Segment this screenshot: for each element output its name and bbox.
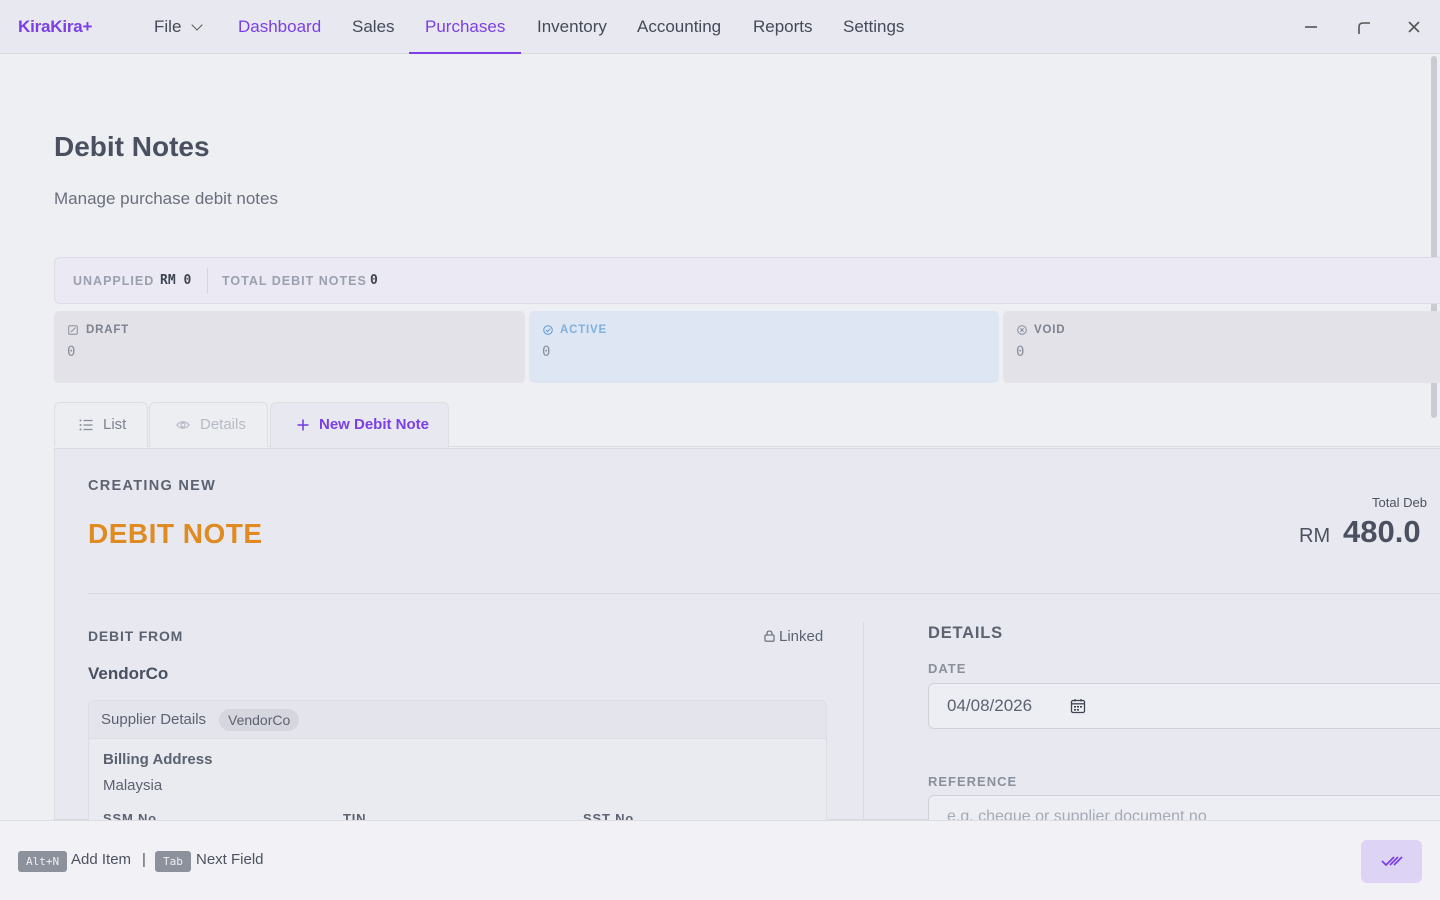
hint-separator: |	[142, 851, 146, 868]
x-circle-icon	[1017, 325, 1027, 335]
creating-new-label: CREATING NEW	[88, 478, 217, 494]
minimize-button[interactable]	[1298, 14, 1324, 40]
plus-icon	[297, 419, 309, 431]
supplier-details-box: Supplier Details VendorCo Billing Addres…	[88, 700, 827, 830]
billing-address-value: Malaysia	[103, 777, 163, 794]
eye-icon	[176, 421, 190, 429]
menu-accounting[interactable]: Accounting	[637, 0, 721, 54]
linked-label: Linked	[779, 628, 824, 645]
confirm-button[interactable]	[1361, 840, 1422, 883]
date-value: 04/08/2026	[947, 696, 1033, 715]
maximize-button[interactable]	[1351, 14, 1377, 40]
billing-address-label: Billing Address	[103, 751, 213, 768]
tab-new-label: New Debit Note	[319, 416, 430, 433]
supplier-details-title: Supplier Details	[101, 711, 207, 728]
tab-details-label: Details	[200, 416, 246, 433]
total-amount: 480.0	[1343, 514, 1421, 549]
shortcut-footer: Alt+N Add Item | Tab Next Field	[0, 820, 1440, 900]
reference-label: REFERENCE	[928, 774, 1018, 789]
list-icon	[79, 419, 93, 431]
supplier-chip: VendorCo	[219, 709, 300, 731]
vendor-name: VendorCo	[88, 664, 169, 683]
supplier-details-header[interactable]: Supplier Details VendorCo	[89, 701, 826, 739]
unapplied-value: RM 0	[160, 273, 192, 288]
close-icon	[1408, 21, 1420, 33]
menu-inventory[interactable]: Inventory	[537, 0, 607, 54]
next-field-hint: Next Field	[196, 851, 264, 868]
stat-card-active[interactable]: ACTIVE 0	[529, 311, 999, 383]
close-button[interactable]	[1401, 14, 1427, 40]
column-divider	[863, 622, 864, 822]
menu-dashboard[interactable]: Dashboard	[238, 0, 321, 54]
calendar-icon[interactable]	[1070, 698, 1086, 714]
top-menu-bar: KiraKira+ File Dashboard Sales Purchases…	[0, 0, 1440, 54]
menu-file[interactable]: File	[154, 0, 204, 54]
page-title: Debit Notes	[54, 131, 210, 162]
total-debit-label: Total Deb	[1372, 495, 1427, 510]
stat-active-value: 0	[542, 344, 551, 360]
date-field[interactable]: 04/08/2026	[928, 683, 1440, 729]
menu-reports[interactable]: Reports	[753, 0, 813, 54]
menu-purchases[interactable]: Purchases	[409, 0, 521, 54]
summary-strip: UNAPPLIED RM 0 TOTAL DEBIT NOTES 0	[54, 257, 1440, 304]
next-field-key: Tab	[155, 851, 191, 872]
add-item-hint: Add Item	[71, 851, 132, 868]
edit-icon	[68, 325, 78, 335]
restore-icon	[1358, 22, 1370, 34]
total-debit-notes-value: 0	[370, 273, 378, 288]
tab-list-label: List	[103, 416, 127, 433]
document-type-title: DEBIT NOTE	[88, 518, 263, 549]
stat-void-value: 0	[1016, 344, 1025, 360]
menu-sales[interactable]: Sales	[352, 0, 395, 54]
chevron-down-icon	[191, 19, 204, 31]
summary-divider	[207, 268, 208, 294]
debit-from-label: DEBIT FROM	[88, 628, 184, 644]
linked-indicator: Linked	[764, 628, 823, 645]
unapplied-label: UNAPPLIED	[73, 274, 155, 288]
lock-icon	[764, 630, 775, 642]
tab-details[interactable]: Details	[149, 402, 268, 447]
stat-active-label: ACTIVE	[560, 324, 607, 336]
total-debit-notes-label: TOTAL DEBIT NOTES	[222, 274, 367, 288]
stat-void-label: VOID	[1034, 324, 1066, 336]
stat-card-void[interactable]: VOID 0	[1003, 311, 1440, 383]
menu-file-label: File	[154, 17, 182, 36]
stat-draft-label: DRAFT	[86, 324, 129, 336]
stat-draft-value: 0	[67, 344, 76, 360]
menu-settings[interactable]: Settings	[843, 0, 904, 54]
check-circle-icon	[543, 325, 553, 335]
add-item-key: Alt+N	[18, 851, 68, 872]
date-label: DATE	[928, 661, 967, 676]
app-logo: KiraKira+	[18, 17, 93, 36]
page-subtitle: Manage purchase debit notes	[54, 189, 278, 208]
tab-list[interactable]: List	[54, 402, 148, 447]
tab-new-debit-note[interactable]: New Debit Note	[270, 402, 449, 448]
total-currency: RM	[1299, 525, 1331, 547]
minimize-icon	[1305, 26, 1317, 28]
details-section-label: DETAILS	[928, 624, 1003, 642]
form-divider	[88, 593, 1440, 594]
stat-card-draft[interactable]: DRAFT 0	[54, 311, 525, 383]
double-check-icon	[1381, 856, 1403, 867]
